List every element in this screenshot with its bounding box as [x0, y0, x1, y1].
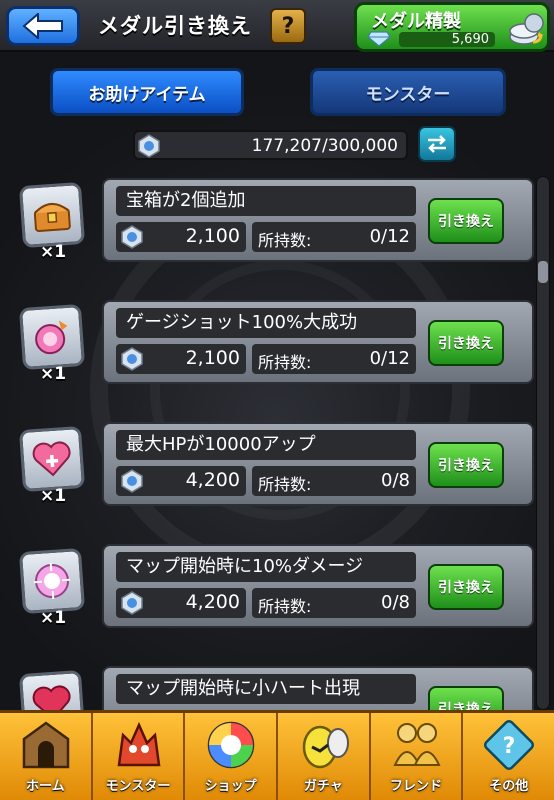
list-scrollbar[interactable]: [536, 176, 550, 710]
exchange-button[interactable]: 引き換え: [428, 564, 504, 610]
item-cost-value: 4,200: [185, 469, 240, 491]
nav-gacha-label: ガチャ: [303, 779, 343, 794]
svg-text:?: ?: [503, 734, 516, 759]
nav-friend-label: フレンド: [390, 779, 443, 794]
item-cost-value: 2,100: [185, 225, 240, 247]
diamond-count: 5,690: [399, 32, 495, 47]
item-name: 最大HPが10000アップ: [116, 430, 416, 460]
item-owned: 所持数: 0/12: [252, 222, 416, 252]
item-quantity: ×1: [40, 486, 67, 506]
nav-monster-label: モンスター: [105, 779, 171, 794]
medal-icon: [138, 134, 160, 158]
item-name: 宝箱が2個追加: [116, 186, 416, 216]
nav-home-label: ホーム: [26, 779, 65, 794]
item-cost-value: 2,100: [185, 347, 240, 369]
gacha-egg-icon: [302, 725, 350, 769]
exchange-button[interactable]: 引き換え: [428, 198, 504, 244]
friends-icon: [393, 723, 441, 766]
back-arrow-icon: [22, 13, 63, 39]
item-cost: 4,200: [116, 588, 246, 618]
medal-icon: [121, 469, 143, 493]
owned-value: 0/12: [369, 348, 410, 369]
list-item: ×1 最大HPが10000アップ 4,200 所持数: 0/8 引き換え: [0, 420, 540, 530]
medal-balance-value: 177,207/300,000: [251, 136, 398, 156]
item-card: 最大HPが10000アップ 4,200 所持数: 0/8 引き換え: [102, 422, 534, 506]
item-cost: 2,100: [116, 222, 246, 252]
list-item: ×1 ゲージショット100%大成功 2,100 所持数: 0/12 引き換え: [0, 298, 540, 408]
item-quantity: ×1: [40, 608, 67, 628]
nav-shop[interactable]: ショップ: [185, 713, 279, 800]
item-quantity: ×1: [40, 242, 67, 262]
exchange-button[interactable]: 引き換え: [428, 320, 504, 366]
item-owned: 所持数: 0/8: [252, 588, 416, 618]
back-button[interactable]: [6, 6, 80, 46]
item-name: ゲージショット100%大成功: [116, 308, 416, 338]
nav-monster[interactable]: モンスター: [93, 713, 186, 800]
exchange-button[interactable]: 引き換え: [428, 686, 504, 710]
treasure-chest-icon: [18, 181, 86, 249]
owned-label: 所持数:: [258, 231, 312, 250]
medal-icon: [121, 225, 143, 249]
item-name: マップ開始時に10%ダメージ: [116, 552, 416, 582]
item-card: 宝箱が2個追加 2,100 所持数: 0/12 引き換え: [102, 178, 534, 262]
nav-friend[interactable]: フレンド: [371, 713, 464, 800]
bottom-nav: ホーム モンスター ショップ ガチャ フレンド ? その他: [0, 710, 554, 800]
item-card: マップ開始時に小ハート出現 引き換え: [102, 666, 534, 710]
owned-label: 所持数:: [258, 475, 312, 494]
gauge-shot-icon: [18, 303, 86, 371]
item-card: マップ開始時に10%ダメージ 4,200 所持数: 0/8 引き換え: [102, 544, 534, 628]
tab-helper-items[interactable]: お助けアイテム: [50, 68, 244, 116]
item-card: ゲージショット100%大成功 2,100 所持数: 0/12 引き換え: [102, 300, 534, 384]
item-name: マップ開始時に小ハート出現: [116, 674, 416, 704]
owned-label: 所持数:: [258, 353, 312, 372]
small-heart-icon: [18, 669, 86, 710]
list-item: ×1 宝箱が2個追加 2,100 所持数: 0/12 引き換え: [0, 176, 540, 286]
nav-other[interactable]: ? その他: [463, 713, 554, 800]
item-cost: 4,200: [116, 466, 246, 496]
swap-button[interactable]: [418, 126, 456, 162]
medal-craft-button[interactable]: メダル精製 5,690: [354, 2, 550, 52]
diamond-icon: [367, 31, 391, 47]
medal-icon: [121, 347, 143, 371]
scroll-thumb[interactable]: [538, 261, 548, 283]
nav-shop-label: ショップ: [204, 779, 257, 794]
tab-monster[interactable]: モンスター: [310, 68, 506, 116]
list-item: マップ開始時に小ハート出現 引き換え: [0, 664, 540, 710]
owned-value: 0/8: [381, 470, 410, 491]
exchange-list: ×1 宝箱が2個追加 2,100 所持数: 0/12 引き換え ×1 ゲージショ…: [0, 176, 540, 710]
nav-gacha[interactable]: ガチャ: [278, 713, 371, 800]
list-item: ×1 マップ開始時に10%ダメージ 4,200 所持数: 0/8 引き換え: [0, 542, 540, 652]
nav-other-label: その他: [489, 779, 529, 794]
home-icon: [22, 721, 70, 769]
item-cost-value: 4,200: [185, 591, 240, 613]
item-owned: 所持数: 0/12: [252, 344, 416, 374]
damage-orb-icon: [18, 547, 86, 615]
monster-icon: [117, 721, 161, 767]
exchange-button[interactable]: 引き換え: [428, 442, 504, 488]
owned-value: 0/8: [381, 592, 410, 613]
medal-stack-icon: [509, 13, 544, 45]
shop-orb-icon: [208, 721, 255, 769]
swap-arrows-icon: [428, 135, 446, 153]
help-button[interactable]: ?: [270, 8, 306, 44]
medal-icon: [121, 591, 143, 615]
other-icon: ?: [484, 719, 535, 771]
item-cost: 2,100: [116, 344, 246, 374]
medal-craft-label: メダル精製: [371, 11, 461, 32]
owned-value: 0/12: [369, 226, 410, 247]
medal-balance: 177,207/300,000: [133, 130, 408, 160]
item-quantity: ×1: [40, 364, 67, 384]
page-title: メダル引き換え: [98, 14, 252, 38]
heart-plus-icon: [18, 425, 86, 493]
item-owned: 所持数: 0/8: [252, 466, 416, 496]
owned-label: 所持数:: [258, 597, 312, 616]
header-bar: メダル引き換え ? メダル精製 5,690: [0, 0, 554, 52]
nav-home[interactable]: ホーム: [0, 713, 93, 800]
